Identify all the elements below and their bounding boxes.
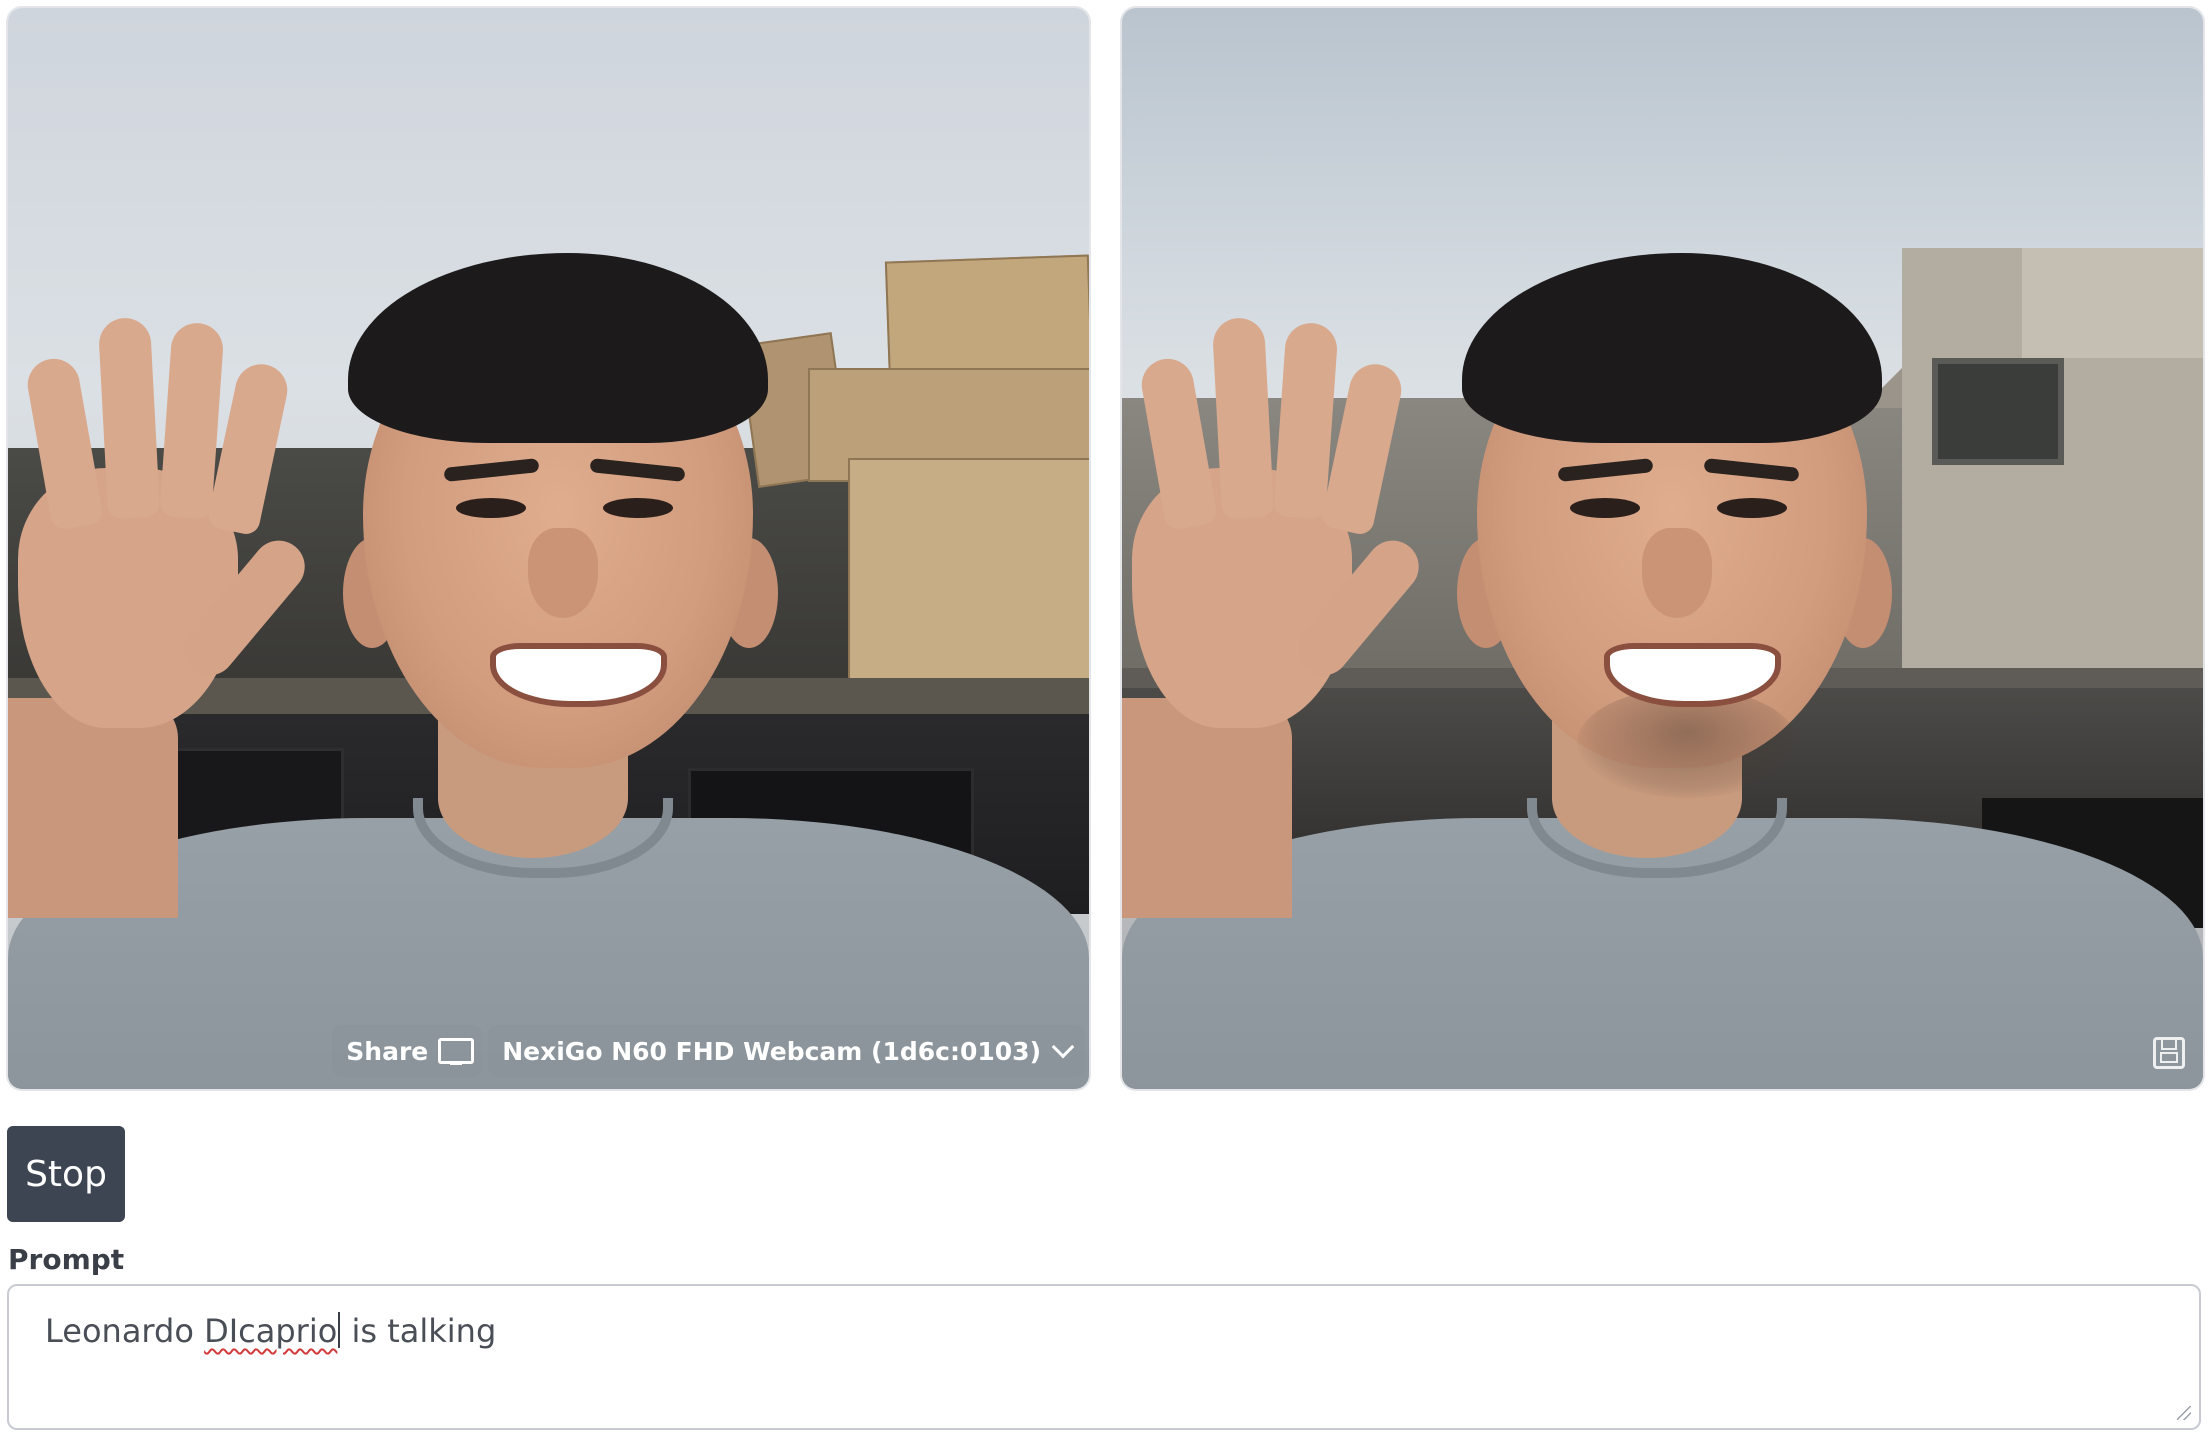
prompt-misspelled-part-a: DIcaprio (204, 1312, 338, 1350)
prompt-textarea[interactable]: Leonardo DIcaprio is talking (7, 1284, 2201, 1430)
prompt-text-after: is talking (341, 1312, 497, 1350)
webcam-input-video: Share NexiGo N60 FHD Webcam (1d6c:0103) (8, 8, 1089, 1089)
prompt-text: Leonardo DIcaprio is talking (45, 1312, 496, 1350)
share-label: Share (346, 1036, 429, 1066)
app-root: Share NexiGo N60 FHD Webcam (1d6c:0103) (0, 0, 2210, 1434)
save-icon[interactable] (2153, 1037, 2185, 1069)
webcam-device-select[interactable]: NexiGo N60 FHD Webcam (1d6c:0103) (488, 1025, 1085, 1077)
stop-button[interactable]: Stop (7, 1126, 125, 1222)
monitor-icon (438, 1038, 475, 1065)
generated-output-scene (1122, 8, 2203, 1089)
prompt-misspelled-word: DIcaprio (204, 1312, 341, 1350)
share-screen-button[interactable]: Share (332, 1025, 483, 1077)
resize-handle-icon[interactable] (2177, 1406, 2191, 1420)
prompt-label: Prompt (8, 1243, 125, 1276)
webcam-device-label: NexiGo N60 FHD Webcam (1d6c:0103) (502, 1036, 1041, 1066)
webcam-input-scene (8, 8, 1089, 1089)
text-caret (338, 1312, 341, 1348)
generated-output-video (1122, 8, 2203, 1089)
prompt-text-before: Leonardo (45, 1312, 205, 1350)
webcam-controls: Share NexiGo N60 FHD Webcam (1d6c:0103) (332, 1025, 1085, 1077)
chevron-down-icon (1051, 1035, 1075, 1059)
